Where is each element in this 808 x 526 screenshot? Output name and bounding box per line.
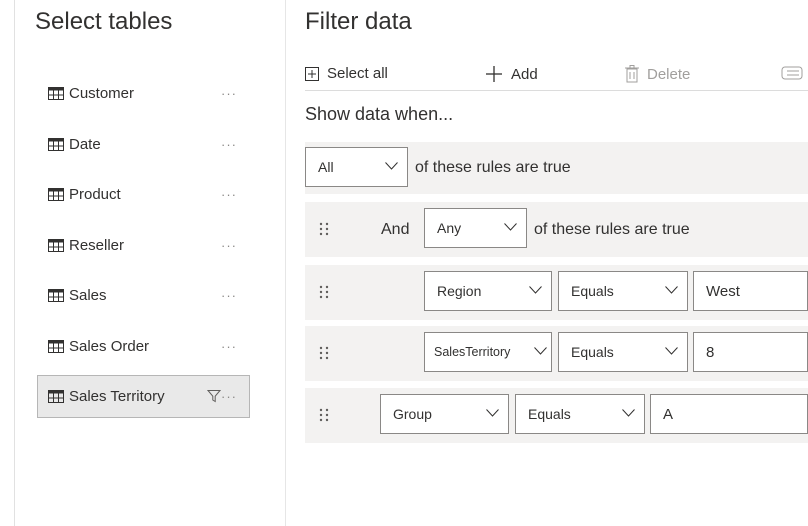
table-icon [48, 289, 64, 302]
filter-icon [207, 390, 221, 403]
table-icon [48, 188, 64, 201]
select-all-label: Select all [327, 65, 388, 82]
table-list: Customer ··· Date ··· Product ··· Resell… [37, 72, 250, 426]
more-options-icon[interactable]: ··· [221, 389, 237, 404]
chevron-down-icon [529, 286, 542, 294]
field-select[interactable]: Region [424, 271, 552, 311]
table-label: Reseller [69, 236, 125, 254]
toolbar: Select all Add Delete [305, 60, 808, 91]
operator-select[interactable]: Equals [515, 394, 645, 434]
chevron-down-icon [622, 409, 635, 417]
field-select[interactable]: Group [380, 394, 509, 434]
operator-value: Equals [571, 344, 614, 360]
chevron-down-icon [665, 286, 678, 294]
operator-value: Equals [528, 406, 571, 422]
value-text: West [706, 282, 740, 300]
table-label: Product [69, 186, 121, 203]
drag-handle-icon[interactable] [319, 222, 329, 236]
table-item-customer[interactable]: Customer ··· [37, 72, 250, 115]
left-border [14, 0, 15, 526]
value-input[interactable]: 8 [693, 332, 808, 372]
field-value: Region [437, 283, 482, 299]
delete-label: Delete [647, 65, 691, 83]
show-data-when-label: Show data when... [305, 104, 454, 124]
root-quantifier-value: All [318, 159, 334, 175]
more-options-icon[interactable]: ··· [221, 288, 237, 303]
root-rule-row: All of these rules are true [305, 142, 808, 194]
table-item-reseller[interactable]: Reseller ··· [37, 224, 250, 267]
table-item-product[interactable]: Product ··· [37, 173, 250, 216]
more-options-icon[interactable]: ··· [221, 187, 237, 202]
add-label: Add [511, 65, 538, 83]
filter-data-title: Filter data [305, 8, 412, 35]
table-item-sales[interactable]: Sales ··· [37, 274, 250, 317]
root-quantifier-select[interactable]: All [305, 147, 408, 187]
select-all-icon [305, 66, 319, 81]
table-label: Date [69, 135, 101, 153]
drag-handle-icon[interactable] [319, 285, 329, 299]
and-connector: And [381, 221, 410, 238]
chevron-down-icon [534, 347, 547, 355]
field-value: Group [393, 406, 432, 422]
table-icon [48, 87, 64, 100]
plus-icon [486, 66, 502, 82]
table-icon [48, 390, 64, 403]
chevron-down-icon [486, 409, 499, 417]
select-all-button[interactable]: Select all [305, 65, 388, 82]
group-header-row: And Any of these rules are true [305, 202, 808, 257]
rule-row-salesterritory: SalesTerritory Equals 8 [305, 326, 808, 381]
value-input[interactable]: A [650, 394, 808, 434]
table-label: Sales Order [69, 337, 150, 355]
trash-icon [625, 65, 639, 83]
delete-button[interactable]: Delete [625, 65, 690, 83]
table-icon [48, 238, 64, 252]
group-quantifier-select[interactable]: Any [424, 208, 527, 248]
drag-handle-icon[interactable] [319, 408, 329, 422]
more-options-icon[interactable]: ··· [221, 86, 237, 101]
field-select[interactable]: SalesTerritory [424, 332, 552, 372]
group-button[interactable] [781, 65, 808, 81]
more-options-icon[interactable]: ··· [221, 137, 237, 152]
panel-divider [285, 0, 286, 526]
table-item-sales-territory[interactable]: Sales Territory ··· [37, 375, 250, 418]
root-rules-text: of these rules are true [415, 159, 571, 176]
more-options-icon[interactable]: ··· [221, 238, 237, 253]
table-icon [48, 137, 64, 151]
operator-select[interactable]: Equals [558, 332, 688, 372]
drag-handle-icon[interactable] [319, 346, 329, 360]
more-options-icon[interactable]: ··· [221, 339, 237, 354]
table-label: Sales [69, 287, 107, 304]
field-value: SalesTerritory [434, 345, 511, 359]
chevron-down-icon [504, 223, 517, 231]
operator-select[interactable]: Equals [558, 271, 688, 311]
group-icon [781, 66, 803, 80]
table-label: Customer [69, 85, 135, 102]
value-text: 8 [706, 343, 715, 361]
select-tables-title: Select tables [35, 8, 173, 35]
chevron-down-icon [665, 347, 678, 355]
operator-value: Equals [571, 283, 614, 299]
table-item-date[interactable]: Date ··· [37, 123, 250, 166]
rule-row-group: Group Equals A [305, 388, 808, 443]
group-rules-text: of these rules are true [534, 221, 690, 238]
add-button[interactable]: Add [485, 65, 538, 83]
table-icon [48, 339, 64, 353]
rule-row-region: Region Equals West [305, 265, 808, 320]
value-input[interactable]: West [693, 271, 808, 311]
group-quantifier-value: Any [437, 220, 462, 236]
table-item-sales-order[interactable]: Sales Order ··· [37, 325, 250, 368]
chevron-down-icon [385, 162, 398, 170]
value-text: A [663, 405, 674, 423]
